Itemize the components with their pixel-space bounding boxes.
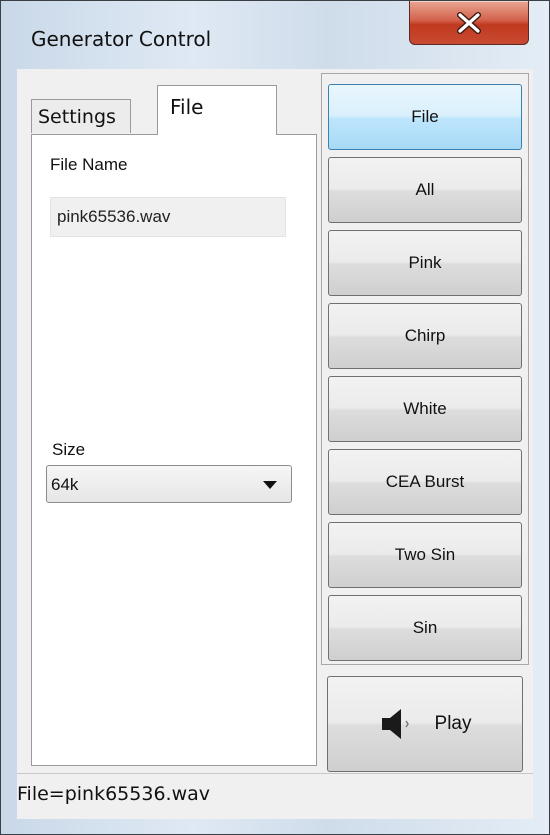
sin-button[interactable]: Sin bbox=[328, 595, 522, 661]
file-tab-panel: File Name pink65536.wav Size 64k bbox=[31, 134, 317, 766]
size-label: Size bbox=[52, 440, 86, 459]
all-button[interactable]: All bbox=[328, 157, 522, 223]
size-select-value: 64k bbox=[51, 475, 79, 494]
generator-control-window: Generator Control Settings File File Nam… bbox=[0, 0, 550, 835]
chevron-down-icon bbox=[263, 481, 277, 489]
play-button[interactable]: Play bbox=[327, 676, 523, 772]
close-button[interactable] bbox=[409, 1, 529, 45]
client-area: Settings File File Name pink65536.wav Si… bbox=[17, 69, 533, 819]
status-text: File=pink65536.wav bbox=[17, 783, 211, 805]
title-bar[interactable]: Generator Control bbox=[1, 1, 549, 69]
size-select[interactable]: 64k bbox=[46, 465, 292, 503]
white-button[interactable]: White bbox=[328, 376, 522, 442]
file-button[interactable]: File bbox=[328, 84, 522, 150]
file-name-field[interactable]: pink65536.wav bbox=[50, 197, 286, 237]
window-title: Generator Control bbox=[31, 27, 212, 51]
status-bar: File=pink65536.wav bbox=[17, 773, 533, 819]
pink-button[interactable]: Pink bbox=[328, 230, 522, 296]
cea-burst-button[interactable]: CEA Burst bbox=[328, 449, 522, 515]
close-icon bbox=[457, 11, 481, 34]
speaker-icon bbox=[381, 709, 409, 739]
tab-file[interactable]: File bbox=[157, 85, 277, 135]
play-button-label: Play bbox=[434, 713, 472, 734]
generator-button-group: File All Pink Chirp White CEA Burst Two … bbox=[321, 73, 529, 665]
tab-settings[interactable]: Settings bbox=[31, 99, 131, 133]
file-name-label: File Name bbox=[50, 155, 128, 174]
chirp-button[interactable]: Chirp bbox=[328, 303, 522, 369]
two-sin-button[interactable]: Two Sin bbox=[328, 522, 522, 588]
